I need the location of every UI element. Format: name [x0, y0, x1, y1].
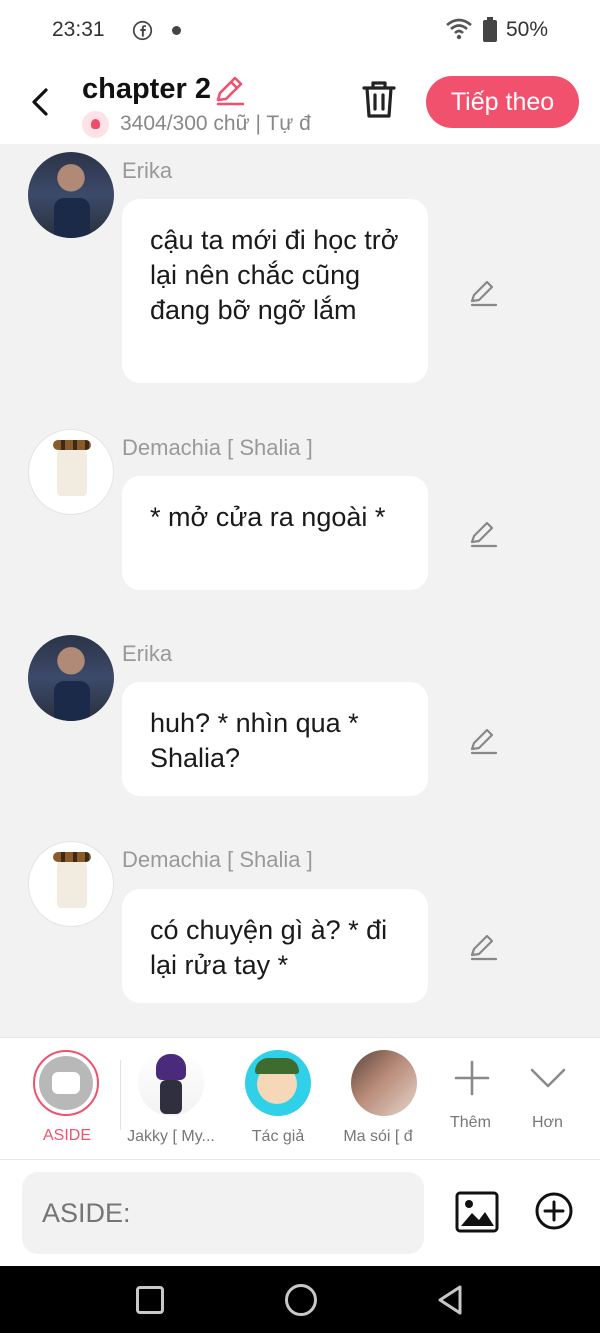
message-bubble[interactable]: có chuyện gì à? * đi lại rửa tay * — [122, 889, 428, 1003]
aside-input[interactable] — [22, 1172, 424, 1254]
system-nav-bar — [0, 1266, 600, 1333]
composer — [0, 1160, 600, 1266]
back-triangle-icon[interactable] — [436, 1284, 464, 1316]
add-circle-icon[interactable] — [534, 1191, 574, 1231]
character-label: Ma sói [ đ — [343, 1128, 413, 1145]
facebook-icon — [132, 20, 153, 41]
sender-name: Demachia [ Shalia ] — [122, 847, 313, 872]
character-jakky[interactable]: Jakky [ My... — [121, 1050, 221, 1150]
trash-icon[interactable] — [360, 78, 398, 122]
character-label: Jakky [ My... — [127, 1128, 215, 1145]
add-character-icon[interactable] — [452, 1058, 492, 1098]
edit-title-icon[interactable] — [214, 74, 246, 106]
edit-message-icon[interactable] — [468, 518, 498, 548]
character-label: Tác giả — [251, 1128, 305, 1145]
word-count-text: 3404/300 chữ | Tự đ — [120, 112, 311, 135]
edit-message-icon[interactable] — [468, 931, 498, 961]
recents-icon[interactable] — [136, 1286, 164, 1314]
notification-dot — [172, 26, 181, 35]
edit-message-icon[interactable] — [468, 725, 498, 755]
character-avatar — [351, 1050, 417, 1116]
next-button[interactable]: Tiếp theo — [426, 76, 579, 128]
chapter-header: chapter 2 3404/300 chữ | Tự đ Tiếp theo — [0, 60, 600, 144]
back-icon[interactable] — [26, 84, 56, 120]
aside-label: ASIDE — [42, 1127, 91, 1144]
more-characters-label[interactable]: Hơn — [532, 1114, 563, 1132]
sender-name: Demachia [ Shalia ] — [122, 435, 313, 460]
home-icon[interactable] — [285, 1284, 317, 1316]
battery-percent: 50% — [506, 18, 549, 41]
word-count-badge-icon — [82, 111, 109, 138]
avatar-shalia[interactable] — [28, 429, 114, 515]
wifi-icon — [446, 18, 472, 40]
battery-icon — [483, 17, 497, 42]
character-avatar — [138, 1050, 204, 1116]
sender-name: Erika — [122, 641, 173, 666]
chapter-title[interactable]: chapter 2 — [82, 73, 211, 106]
avatar-shalia[interactable] — [28, 841, 114, 927]
avatar-erika[interactable] — [28, 635, 114, 721]
chevron-down-icon[interactable] — [528, 1058, 568, 1098]
avatar-erika[interactable] — [28, 152, 114, 238]
status-bar: 23:31 50% — [0, 0, 600, 60]
image-icon[interactable] — [454, 1190, 500, 1234]
add-character-label[interactable]: Thêm — [450, 1114, 491, 1132]
edit-message-icon[interactable] — [468, 277, 498, 307]
character-tac-gia[interactable]: Tác giả — [228, 1050, 328, 1150]
aside-avatar[interactable] — [33, 1050, 99, 1116]
status-time: 23:31 — [52, 18, 105, 41]
aside-message-icon — [39, 1056, 93, 1110]
message-bubble[interactable]: * mở cửa ra ngoài * — [122, 476, 428, 590]
chapter-meta: 3404/300 chữ | Tự đ — [82, 110, 328, 138]
character-selector: ASIDE Jakky [ My... Tác giả Ma sói [ đ T… — [0, 1037, 600, 1160]
chat-messages[interactable]: Erika cậu ta mới đi học trở lại nên chắc… — [0, 144, 600, 1037]
character-avatar — [245, 1050, 311, 1116]
character-ma-soi[interactable]: Ma sói [ đ — [326, 1050, 426, 1150]
message-bubble[interactable]: huh? * nhìn qua * Shalia? — [122, 682, 428, 796]
sender-name: Erika — [122, 158, 173, 183]
message-bubble[interactable]: cậu ta mới đi học trở lại nên chắc cũng … — [122, 199, 428, 383]
